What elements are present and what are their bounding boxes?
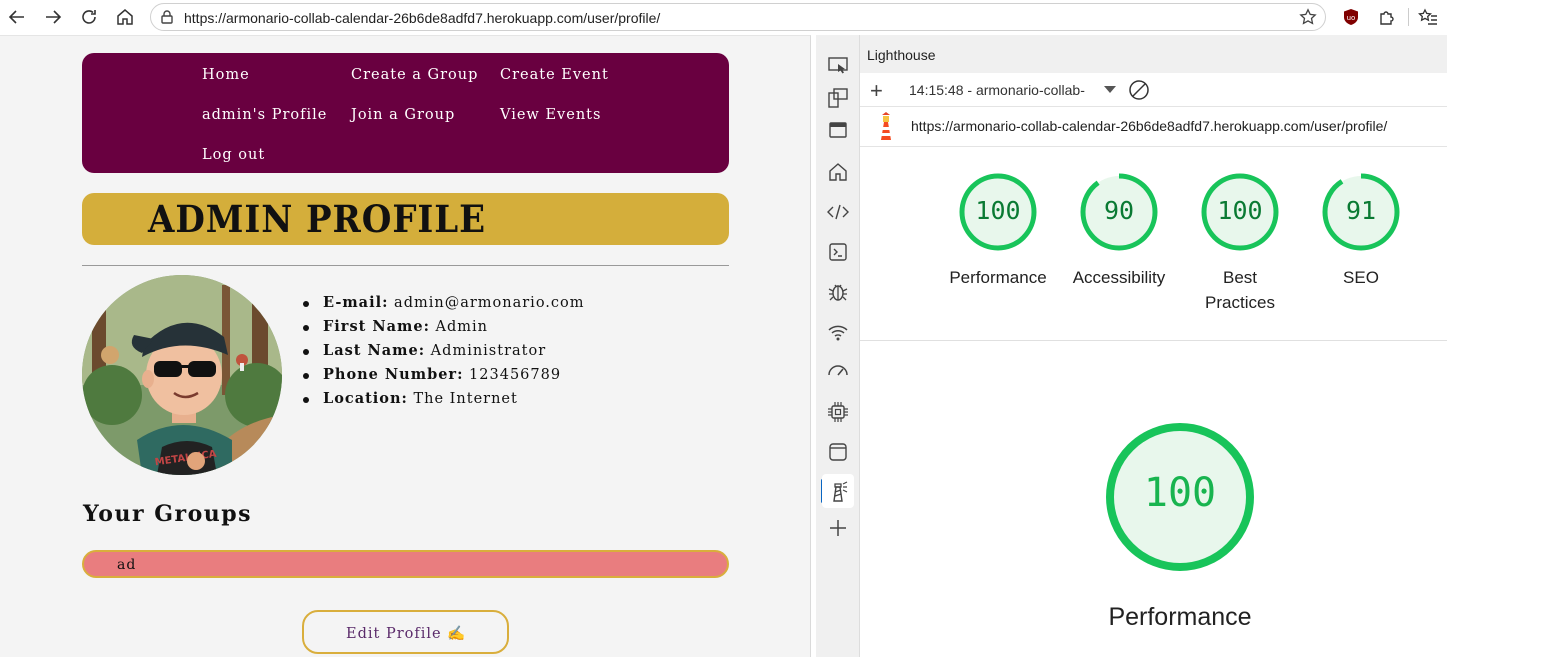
nav-create-group-link[interactable]: Create a Group <box>351 67 478 83</box>
score-value: 100 <box>975 196 1021 225</box>
devtools-activity-bar <box>816 35 860 657</box>
detail-email-value: admin@armonario.com <box>388 295 585 311</box>
section-divider <box>860 340 1447 341</box>
nav-join-group-link[interactable]: Join a Group <box>351 107 455 123</box>
elements-code-icon[interactable] <box>825 199 851 225</box>
forward-icon[interactable] <box>40 4 66 30</box>
detail-location-label: Location: <box>323 390 408 407</box>
favorites-list-icon[interactable] <box>1415 4 1441 30</box>
profile-details-list: E-mail: admin@armonario.com First Name: … <box>300 294 585 414</box>
memory-chip-icon[interactable] <box>825 399 851 425</box>
report-url-row: https://armonario-collab-calendar-26b6de… <box>860 107 1447 147</box>
detail-last-name-label: Last Name: <box>323 342 426 359</box>
sources-bug-icon[interactable] <box>825 279 851 305</box>
group-name: ad <box>117 557 137 573</box>
new-report-plus-icon[interactable]: + <box>870 78 883 104</box>
devtools-panel-header: Lighthouse <box>860 35 1447 73</box>
performance-gauge-icon[interactable] <box>825 359 851 385</box>
score-label: Best Practices <box>1205 268 1275 312</box>
url-text: https://armonario-collab-calendar-26b6de… <box>184 10 661 26</box>
console-icon[interactable] <box>825 239 851 265</box>
network-wifi-icon[interactable] <box>825 319 851 345</box>
report-dropdown-caret-icon[interactable] <box>1104 86 1116 93</box>
lighthouse-report-bar: + 14:15:48 - armonario-collab- <box>860 73 1447 107</box>
lock-icon <box>159 9 175 30</box>
inspect-screencast-icon[interactable] <box>825 52 851 78</box>
group-item[interactable]: ad <box>82 550 729 578</box>
devtools-panel: Lighthouse + 14:15:48 - armonario-collab… <box>816 35 1447 657</box>
score-value: 90 <box>1103 196 1135 225</box>
score-gauge-performance[interactable]: 100 <box>958 172 1038 252</box>
score-gauge-best-practices[interactable]: 100 <box>1200 172 1280 252</box>
svg-text:uo: uo <box>1347 14 1356 22</box>
detail-phone-label: Phone Number: <box>323 366 464 383</box>
welcome-home-icon[interactable] <box>825 159 851 185</box>
score-value: 100 <box>1217 196 1263 225</box>
performance-big-score: 100 <box>1143 470 1217 516</box>
detail-phone-value: 123456789 <box>463 367 562 383</box>
back-icon[interactable] <box>4 4 30 30</box>
clear-reports-block-icon[interactable] <box>1128 79 1150 106</box>
address-bar[interactable]: https://armonario-collab-calendar-26b6de… <box>150 3 1326 31</box>
divider <box>82 265 729 266</box>
report-selector[interactable]: 14:15:48 - armonario-collab- <box>909 82 1085 98</box>
detail-first-name-value: Admin <box>429 319 489 335</box>
performance-big-label: Performance <box>1108 603 1252 631</box>
score-label: Accessibility <box>1072 268 1166 287</box>
report-url[interactable]: https://armonario-collab-calendar-26b6de… <box>911 118 1387 134</box>
panel-title: Lighthouse <box>867 47 936 63</box>
window-icon[interactable] <box>825 117 851 143</box>
favorite-star-icon[interactable] <box>1299 8 1317 31</box>
lighthouse-tool-icon[interactable] <box>822 474 854 508</box>
detail-first-name: First Name: Admin <box>300 318 585 342</box>
detail-email-label: E-mail: <box>323 294 389 311</box>
detail-location-value: The Internet <box>407 391 518 407</box>
detail-last-name: Last Name: Administrator <box>300 342 585 366</box>
groups-heading: Your Groups <box>83 501 253 527</box>
home-icon[interactable] <box>112 4 138 30</box>
lighthouse-logo-icon <box>875 112 897 147</box>
detail-last-name-value: Administrator <box>425 343 547 359</box>
detail-email: E-mail: admin@armonario.com <box>300 294 585 318</box>
nav-home-link[interactable]: Home <box>202 67 250 83</box>
extensions-puzzle-icon[interactable] <box>1374 4 1400 30</box>
nav-create-event-link[interactable]: Create Event <box>500 67 609 83</box>
application-icon[interactable] <box>825 439 851 465</box>
nav-logout-link[interactable]: Log out <box>202 147 265 163</box>
detail-first-name-label: First Name: <box>323 318 430 335</box>
ublock-icon[interactable]: uo <box>1338 4 1364 30</box>
edit-profile-label: Edit Profile ✍️ <box>346 626 467 642</box>
nav-view-events-link[interactable]: View Events <box>500 107 601 123</box>
avatar: METALLICA <box>82 275 282 475</box>
nav-profile-link[interactable]: admin's Profile <box>202 107 327 123</box>
score-gauge-accessibility[interactable]: 90 <box>1079 172 1159 252</box>
browser-toolbar: https://armonario-collab-calendar-26b6de… <box>0 0 1447 34</box>
score-label: SEO <box>1343 268 1379 287</box>
reload-icon[interactable] <box>76 4 102 30</box>
score-value: 91 <box>1345 196 1377 225</box>
score-gauge-seo[interactable]: 91 <box>1321 172 1401 252</box>
device-emulation-icon[interactable] <box>825 85 851 111</box>
page-viewport: Home Create a Group Create Event admin's… <box>0 35 811 657</box>
page-title: ADMIN PROFILE <box>148 197 486 241</box>
edit-profile-button[interactable]: Edit Profile ✍️ <box>302 610 509 654</box>
score-label: Performance <box>949 268 1047 287</box>
detail-location: Location: The Internet <box>300 390 585 414</box>
detail-phone: Phone Number: 123456789 <box>300 366 585 390</box>
add-tool-plus-icon[interactable] <box>825 515 851 541</box>
site-navbar: Home Create a Group Create Event admin's… <box>82 53 729 173</box>
toolbar-separator <box>1408 8 1409 26</box>
blank-area <box>1447 0 1544 657</box>
performance-big-gauge: 100 <box>1103 420 1257 574</box>
profile-title-banner: ADMIN PROFILE <box>82 193 729 245</box>
